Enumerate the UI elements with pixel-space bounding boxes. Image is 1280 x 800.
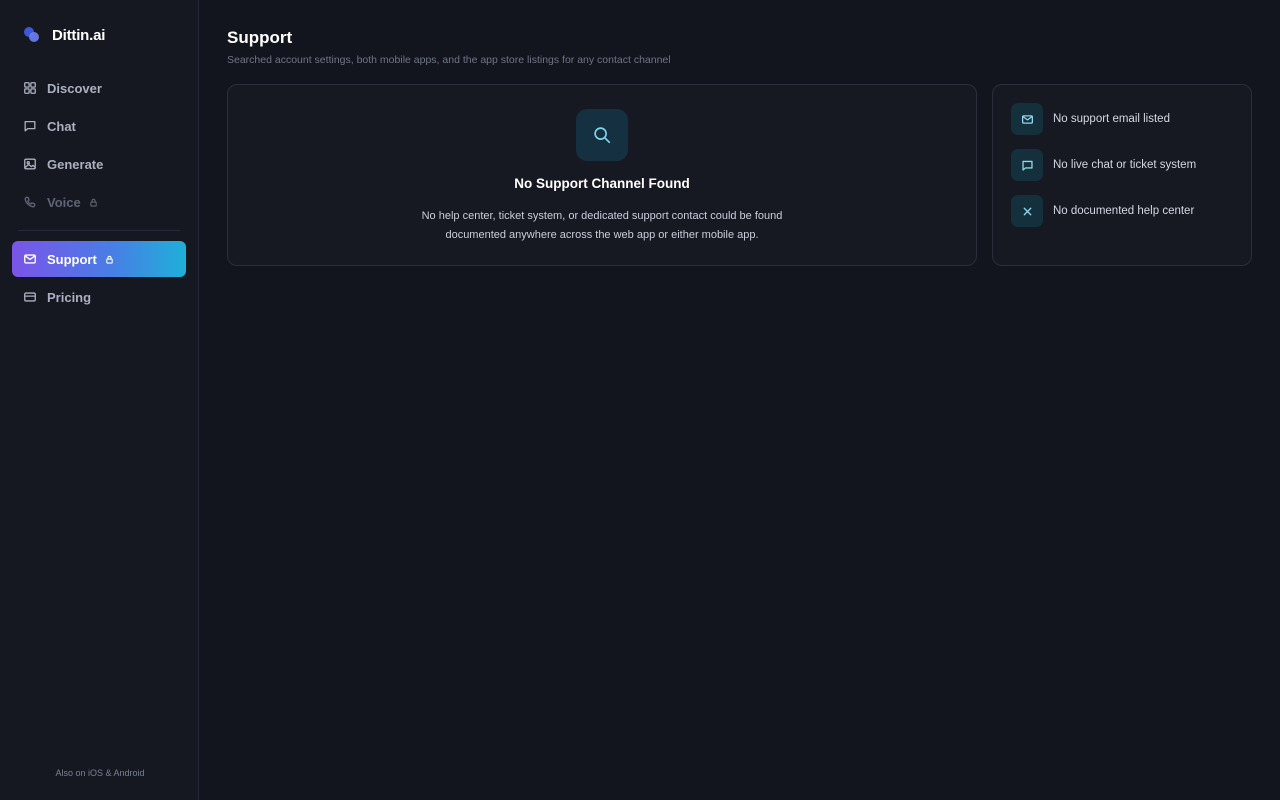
support-status-card: No support email listed No live chat or … xyxy=(992,84,1252,266)
no-support-card: No Support Channel Found No help center,… xyxy=(227,84,977,266)
sidebar-item-label: Discover xyxy=(47,80,102,96)
chat-icon xyxy=(1011,149,1043,181)
phone-icon xyxy=(23,195,37,209)
grid-icon xyxy=(23,81,37,95)
status-label: No live chat or ticket system xyxy=(1053,159,1197,171)
status-row-email: No support email listed xyxy=(1011,103,1233,135)
lock-icon xyxy=(89,198,98,207)
sidebar-item-pricing[interactable]: Pricing xyxy=(12,279,186,315)
brand[interactable]: Dittin.ai xyxy=(12,0,186,70)
card-title: No Support Channel Found xyxy=(514,176,690,191)
sidebar-nav: Discover Chat Generate Voice xyxy=(12,70,186,220)
sidebar-item-discover[interactable]: Discover xyxy=(12,70,186,106)
sidebar-item-label: Support xyxy=(47,251,97,267)
sidebar-divider xyxy=(18,230,180,231)
chat-icon xyxy=(23,119,37,133)
app-root: Dittin.ai Discover Chat Generate Voice S… xyxy=(0,0,1280,800)
sidebar-item-label: Pricing xyxy=(47,289,92,305)
sidebar-item-voice[interactable]: Voice xyxy=(12,184,186,220)
card-description: No help center, ticket system, or dedica… xyxy=(421,210,783,241)
sidebar-item-label: Chat xyxy=(47,118,76,134)
sidebar-item-chat[interactable]: Chat xyxy=(12,108,186,144)
status-label: No support email listed xyxy=(1053,113,1170,125)
brand-logo-icon xyxy=(24,27,40,43)
cards-row: No Support Channel Found No help center,… xyxy=(227,84,1252,266)
mail-icon xyxy=(1011,103,1043,135)
close-icon xyxy=(1011,195,1043,227)
sidebar-item-label: Voice xyxy=(47,194,81,210)
page-subtitle: Searched account settings, both mobile a… xyxy=(227,54,671,66)
page-title: Support xyxy=(227,28,293,47)
sidebar-item-label: Generate xyxy=(47,156,104,172)
mail-icon xyxy=(23,252,37,266)
image-icon xyxy=(23,157,37,171)
status-row-help-center: No documented help center xyxy=(1011,195,1233,227)
sidebar-item-support[interactable]: Support xyxy=(12,241,186,277)
brand-name: Dittin.ai xyxy=(52,26,106,44)
sidebar-nav-secondary: Support Pricing xyxy=(12,241,186,315)
status-label: No documented help center xyxy=(1053,205,1195,217)
sidebar-item-generate[interactable]: Generate xyxy=(12,146,186,182)
search-icon xyxy=(576,109,628,161)
sidebar-footer: Also on iOS & Android xyxy=(55,768,145,778)
main-content: Support Searched account settings, both … xyxy=(199,0,1280,800)
card-icon xyxy=(23,290,37,304)
status-row-chat: No live chat or ticket system xyxy=(1011,149,1233,181)
lock-icon xyxy=(105,255,114,264)
sidebar: Dittin.ai Discover Chat Generate Voice S… xyxy=(0,0,199,800)
